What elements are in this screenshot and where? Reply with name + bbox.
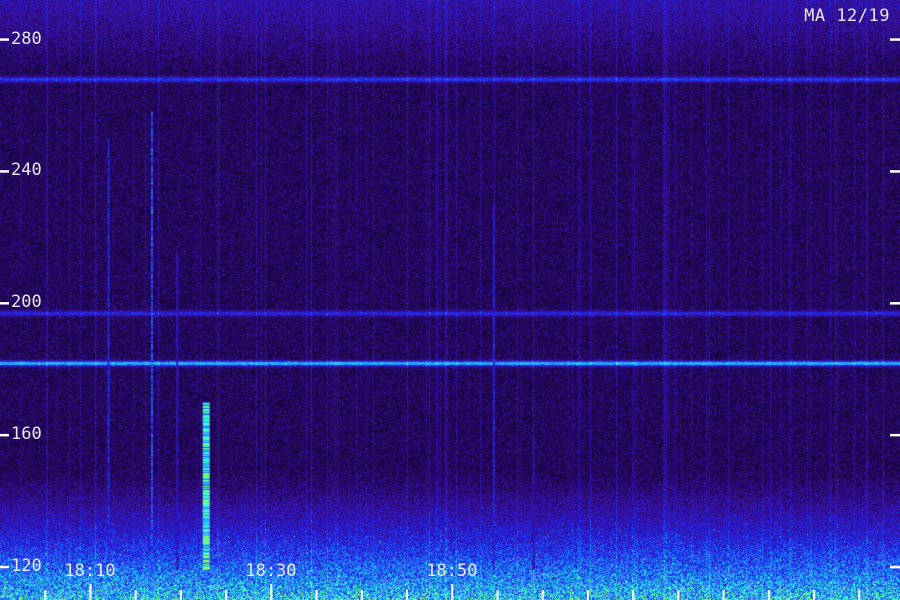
y-tick-label: 240 [11,160,42,181]
spectrogram-heatmap [0,0,900,600]
y-tick-label: 200 [11,292,42,313]
y-tick-label: 120 [11,556,42,577]
x-tick-label: 18:50 [426,561,478,581]
spectrogram-chart [0,0,900,600]
x-tick-label: 18:10 [64,561,116,581]
y-tick-label: 160 [11,424,42,445]
y-tick-label: 280 [11,28,42,49]
x-tick-label: 18:30 [245,561,297,581]
station-label: MA 12/19 [804,6,890,26]
